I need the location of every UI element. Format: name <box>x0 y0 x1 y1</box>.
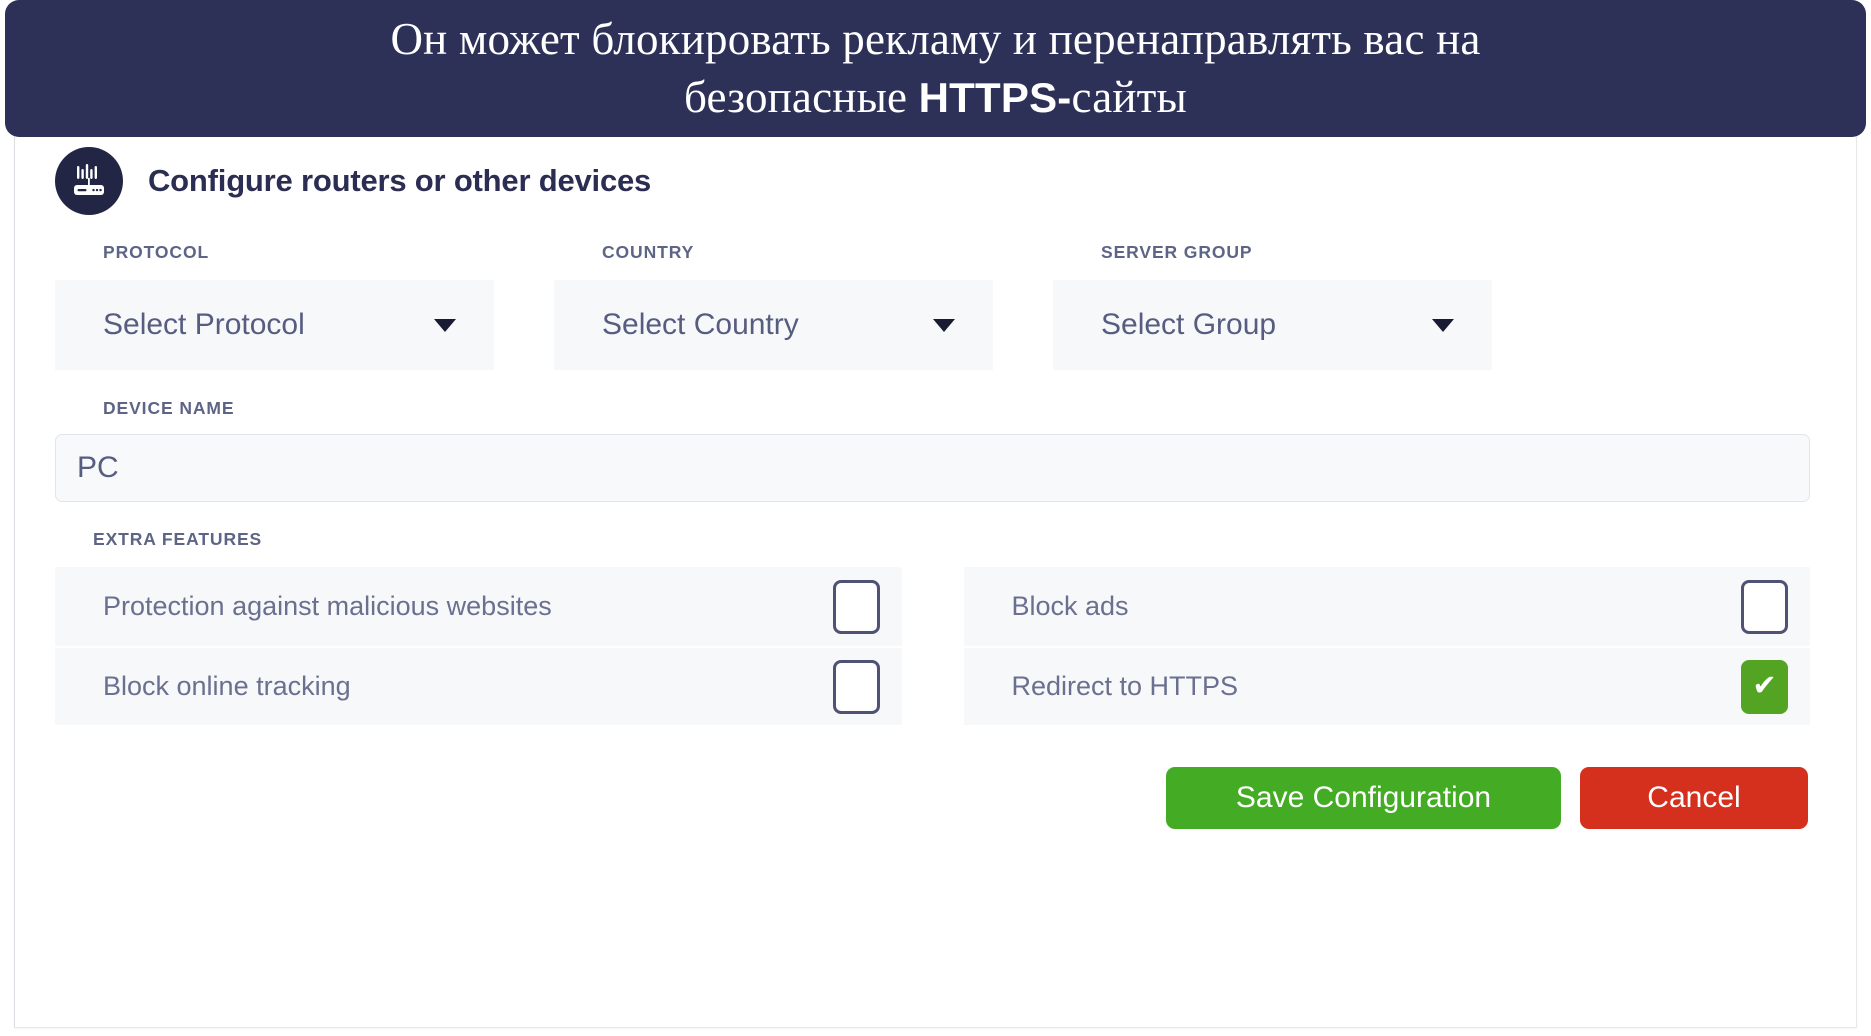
server-group-label: SERVER GROUP <box>1101 242 1253 262</box>
promo-banner-line2-highlight: HTTPS- <box>918 73 1072 121</box>
page-title: Configure routers or other devices <box>148 163 652 198</box>
save-configuration-button[interactable]: Save Configuration <box>1166 767 1561 829</box>
country-label: COUNTRY <box>602 242 695 262</box>
feature-row[interactable]: Redirect to HTTPS ✔ <box>963 646 1810 725</box>
block-ads-checkbox[interactable] <box>1741 579 1788 634</box>
panel-header: Configure routers or other devices <box>55 134 1810 215</box>
server-group-select-group: SERVER GROUP Select Group <box>1053 242 1492 370</box>
panel-content: Configure routers or other devices PROTO… <box>55 134 1810 1027</box>
feature-row[interactable]: Block online tracking <box>55 646 902 725</box>
feature-label: Protection against malicious websites <box>103 591 552 621</box>
extra-features-grid: Protection against malicious websites Bl… <box>55 567 1810 725</box>
protocol-select-value: Select Protocol <box>103 308 305 341</box>
selectors-row: PROTOCOL Select Protocol COUNTRY Select … <box>55 242 1810 370</box>
extra-features-right-column: Block ads Redirect to HTTPS ✔ <box>963 567 1810 725</box>
block-online-tracking-checkbox[interactable] <box>832 659 880 714</box>
feature-label: Block ads <box>1011 591 1129 621</box>
server-group-select-value: Select Group <box>1101 308 1277 341</box>
chevron-down-icon <box>434 318 456 332</box>
protocol-select[interactable]: Select Protocol <box>55 280 494 370</box>
promo-banner-line1: Он может блокировать рекламу и перенапра… <box>390 14 1481 65</box>
protocol-select-group: PROTOCOL Select Protocol <box>55 242 494 370</box>
extra-features-left-column: Protection against malicious websites Bl… <box>55 567 902 725</box>
protocol-label: PROTOCOL <box>103 242 210 262</box>
configuration-panel: Configure routers or other devices PROTO… <box>14 133 1857 1028</box>
server-group-select[interactable]: Select Group <box>1053 280 1492 370</box>
promo-banner: Он может блокировать рекламу и перенапра… <box>5 0 1866 137</box>
chevron-down-icon <box>933 318 955 332</box>
feature-row[interactable]: Block ads <box>963 567 1810 646</box>
chevron-down-icon <box>1432 318 1454 332</box>
device-name-label: DEVICE NAME <box>103 398 235 418</box>
device-name-group: DEVICE NAME PC <box>55 398 1810 502</box>
device-name-input[interactable]: PC <box>55 434 1810 502</box>
country-select-value: Select Country <box>602 308 799 341</box>
promo-banner-text: Он может блокировать рекламу и перенапра… <box>156 11 1716 125</box>
feature-row[interactable]: Protection against malicious websites <box>55 567 902 646</box>
extra-features-group: EXTRA FEATURES Protection against malici… <box>55 529 1810 725</box>
redirect-to-https-checkbox[interactable]: ✔ <box>1741 659 1788 714</box>
malicious-websites-checkbox[interactable] <box>832 579 880 634</box>
router-icon <box>55 147 123 215</box>
cancel-button[interactable]: Cancel <box>1580 767 1808 829</box>
promo-banner-line2-prefix: безопасные <box>684 71 919 122</box>
promo-banner-line2-suffix: сайты <box>1071 71 1187 122</box>
country-select[interactable]: Select Country <box>554 280 993 370</box>
feature-label: Redirect to HTTPS <box>1011 671 1239 701</box>
action-buttons: Save Configuration Cancel <box>55 767 1810 829</box>
extra-features-label: EXTRA FEATURES <box>93 529 263 549</box>
country-select-group: COUNTRY Select Country <box>554 242 993 370</box>
feature-label: Block online tracking <box>103 671 351 701</box>
